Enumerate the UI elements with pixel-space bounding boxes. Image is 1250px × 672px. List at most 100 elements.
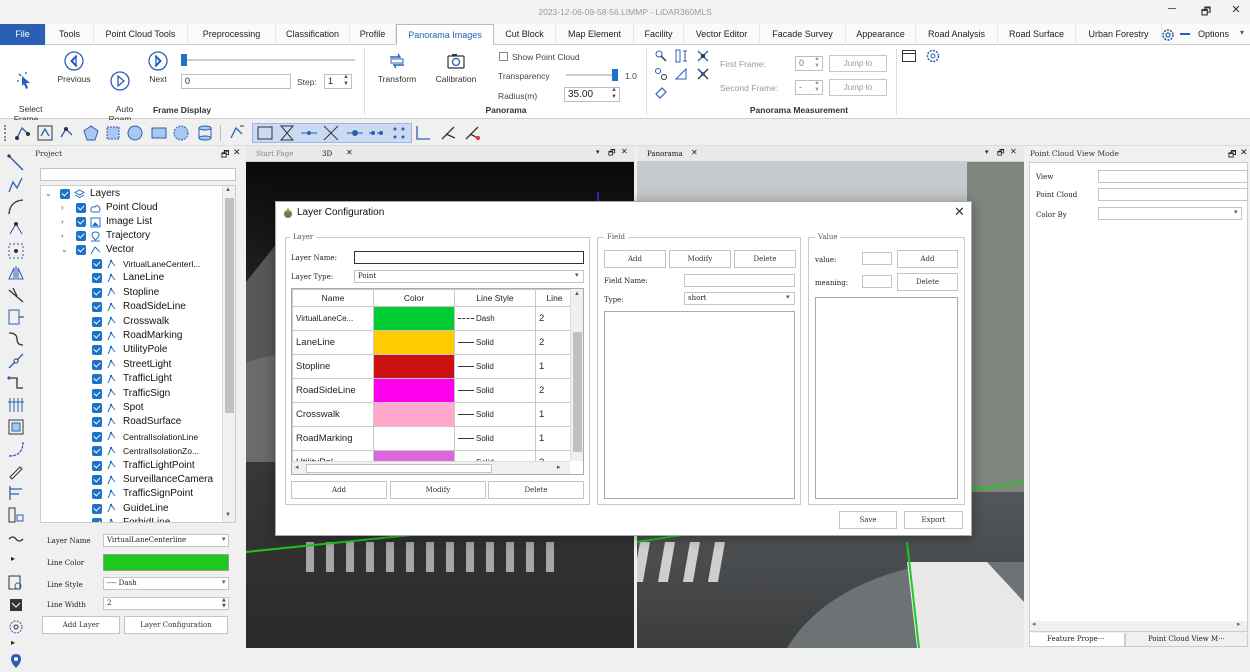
layer-name-cell[interactable]: UtilityPol... (292, 450, 374, 461)
mirror-tool-icon[interactable] (7, 264, 25, 282)
tree-vector-item[interactable]: TrafficSignPoint (41, 487, 221, 501)
dropdown-arrow-icon[interactable]: ▾ (575, 271, 579, 279)
meaning-input[interactable] (862, 275, 892, 288)
column-header[interactable]: Name (292, 289, 374, 307)
tree-vector-item[interactable]: CentralIsolationZo... (41, 444, 221, 458)
tab-3d[interactable]: 3D (322, 150, 332, 158)
layer-checkbox[interactable] (92, 489, 102, 500)
tree-vector-item[interactable]: VirtualLaneCenterl... (41, 257, 221, 271)
measure-cross2-icon[interactable] (696, 67, 710, 81)
table-row[interactable]: RoadMarking Solid 1 (292, 426, 570, 451)
tree-vector-item[interactable]: LaneLine (41, 271, 221, 285)
right-angle-icon[interactable] (414, 124, 432, 142)
break-tool-icon[interactable] (7, 352, 25, 370)
tree-vector-item[interactable]: SurveillanceCamera (41, 473, 221, 487)
field-delete-button[interactable]: Delete (734, 250, 796, 268)
field-type-select[interactable]: short (684, 292, 795, 305)
tab-feature-properties[interactable]: Feature Prope··· (1029, 633, 1125, 647)
table-row[interactable]: UtilityPol... Solid2 (292, 450, 570, 461)
offset-tool-icon[interactable] (7, 330, 25, 348)
node-tool-icon[interactable] (7, 220, 25, 238)
export-button[interactable]: Export (904, 511, 963, 529)
layer-checkbox[interactable] (92, 259, 102, 269)
layer-checkbox[interactable] (92, 417, 102, 428)
layer-table-hscroll[interactable]: ◂ ▸ (292, 461, 570, 474)
menu-road-surface[interactable]: Road Surface (998, 24, 1076, 45)
join-tool-icon[interactable] (7, 374, 25, 392)
close-panel-icon[interactable]: ✕ (233, 147, 241, 158)
tree-vector-item[interactable]: RoadSideLine (41, 300, 221, 314)
vector-edit-icon[interactable] (58, 124, 76, 142)
jump-to-first-button[interactable]: Jump to (829, 55, 887, 72)
table-row[interactable]: LaneLine Solid 2 (292, 330, 570, 355)
layer-checkbox[interactable] (92, 475, 102, 485)
color-by-select[interactable] (1098, 207, 1242, 220)
layer-checkbox[interactable] (92, 287, 102, 298)
frame-slider-handle[interactable] (181, 54, 187, 66)
radius-spinner-icon[interactable]: ▲ ▼ (611, 87, 617, 101)
draw-line-icon[interactable] (300, 124, 318, 142)
dialog-close-icon[interactable]: ✕ (954, 204, 965, 220)
arc-tool-icon[interactable] (7, 198, 25, 216)
tree-trajectory[interactable]: › Trajectory (41, 229, 221, 243)
layer-name-cell[interactable]: Stopline (292, 354, 374, 379)
menu-appearance[interactable]: Appearance (846, 24, 916, 45)
layer-style-cell[interactable]: Solid (454, 402, 536, 427)
tree-vector-item[interactable]: TrafficSign (41, 387, 221, 401)
tree-vector-item[interactable]: TrafficLightPoint (41, 459, 221, 473)
menu-road-analysis[interactable]: Road Analysis (916, 24, 998, 45)
close-viewport-icon[interactable]: ✕ (621, 147, 628, 156)
pen-tool-icon[interactable] (7, 462, 25, 480)
tree-vector-item[interactable]: Stopline (41, 286, 221, 300)
layer-color-cell[interactable] (373, 330, 455, 355)
layer-checkbox[interactable] (92, 403, 102, 413)
vector-node-icon[interactable] (14, 124, 32, 142)
tree-vector-item[interactable]: RoadMarking (41, 329, 221, 343)
tree-layers[interactable]: ⌄ Layers (41, 187, 221, 201)
split-line-icon[interactable] (440, 124, 458, 142)
layer-style-cell[interactable]: Solid (454, 330, 536, 355)
location-pin-icon[interactable] (7, 652, 25, 670)
layer-style-cell[interactable]: Solid (454, 378, 536, 403)
field-name-input[interactable] (684, 274, 795, 287)
layer-checkbox[interactable] (92, 331, 102, 341)
tree-point-cloud[interactable]: › Point Cloud (41, 201, 221, 215)
table-row[interactable]: RoadSideLine Solid 2 (292, 378, 570, 403)
window-layout-icon[interactable] (902, 50, 916, 62)
layer-style-cell[interactable]: Solid (454, 354, 536, 379)
menu-profile[interactable]: Profile (350, 24, 396, 45)
close-tab-icon[interactable]: ✕ (346, 148, 353, 157)
tab-start-page[interactable]: Start Page (256, 150, 293, 158)
scroll-up-icon[interactable]: ▲ (225, 187, 231, 193)
menu-facade-survey[interactable]: Facade Survey (760, 24, 846, 45)
draw-cross-icon[interactable] (322, 124, 340, 142)
search-doc-icon[interactable] (7, 574, 25, 592)
layer-add-button[interactable]: Add (291, 481, 387, 499)
value-list[interactable] (815, 297, 958, 499)
tab-menu-icon[interactable]: ▾ (596, 148, 600, 156)
options-dropdown-icon[interactable]: ▾ (1240, 28, 1244, 37)
tree-vector-item[interactable]: StreetLight (41, 358, 221, 372)
save-vector-icon[interactable] (7, 596, 25, 614)
layer-width-cell[interactable]: 2 (535, 330, 570, 355)
second-frame-spinner-icon[interactable]: ▲ ▼ (814, 80, 820, 94)
polygon-icon[interactable] (82, 124, 100, 142)
layer-style-cell[interactable]: Solid (454, 426, 536, 451)
layer-color-cell[interactable] (373, 450, 455, 461)
fence-tool-icon[interactable] (7, 396, 25, 414)
show-point-cloud-checkbox[interactable] (499, 52, 508, 61)
layer-checkbox[interactable] (92, 460, 102, 471)
layer-style-cell[interactable]: Dash (454, 306, 536, 331)
table-row[interactable]: Crosswalk Solid 1 (292, 402, 570, 427)
close-window-button[interactable]: ✕ (1226, 3, 1246, 19)
parallel-tool-icon[interactable] (7, 484, 25, 502)
extend-tool-icon[interactable] (7, 308, 25, 326)
dropdown-arrow-icon[interactable]: ▾ (1234, 208, 1238, 216)
trim-tool-icon[interactable] (7, 286, 25, 304)
attach-tool-icon[interactable] (7, 506, 25, 524)
tree-image-list[interactable]: › Image List (41, 215, 221, 229)
measure-distance-icon[interactable] (654, 67, 668, 81)
layer-checkbox[interactable] (92, 273, 102, 284)
layer-name-cell[interactable]: Crosswalk (292, 402, 374, 427)
measure-cross-icon[interactable] (696, 49, 710, 63)
